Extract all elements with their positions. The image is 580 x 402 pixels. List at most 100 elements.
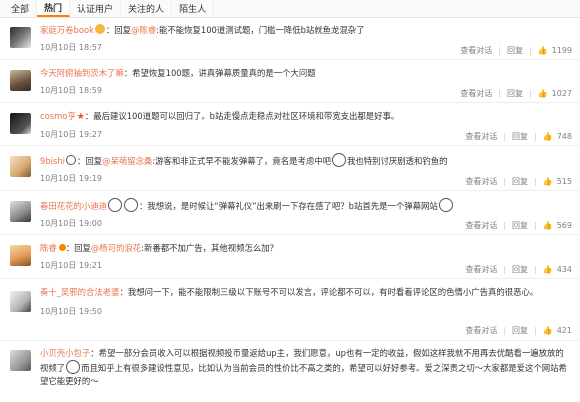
comment-username[interactable]: 春田花花的小迪迪 (40, 201, 107, 211)
like-count: 515 (556, 177, 572, 186)
comment-username[interactable]: cosmo亨 (40, 111, 76, 121)
thumb-up-icon: 👍 (542, 221, 553, 230)
meme-emoji-icon (124, 198, 138, 212)
tab-strangers[interactable]: 陌生人 (172, 0, 215, 17)
avatar[interactable] (10, 70, 31, 91)
comment-text: cosmo亨★：最后建议100道题可以回归了。b站走慢点走稳点对社区环境和带宽支… (40, 110, 572, 124)
reply-link[interactable]: 回复 (512, 176, 528, 187)
verified-badge-icon (58, 244, 66, 251)
comment-row: 9bishi ：回复@呆萌留念桑:游客和非正式早不能发弹幕了，竟名是考虑中吧 我也特… (0, 146, 580, 191)
like-count: 569 (556, 221, 572, 230)
comment-row: 家庭万卷book ：回复@陈睿:能不能恢复100道测试题，门槛一降低b站就鱼龙混杂… (0, 18, 580, 60)
comment-text: 今天阿俯抽到茨木了嘛：希望恢复100题，讲真弹幕质量真的是一个大问题 (40, 67, 572, 80)
view-conversation-link[interactable]: 查看对话 (465, 325, 497, 336)
like-count: 1199 (551, 46, 572, 55)
comment-text: 陈睿 ：回复@杨可的浪花:新番都不加广告，其他视频怎么加？ (40, 243, 278, 253)
reply-link[interactable]: 回复 (507, 45, 523, 56)
meme-emoji-icon (332, 153, 347, 167)
avatar[interactable] (10, 291, 31, 312)
avatar[interactable] (10, 245, 31, 266)
tab-following[interactable]: 关注的人 (121, 0, 173, 17)
avatar[interactable] (10, 156, 31, 177)
reply-link[interactable]: 回复 (512, 131, 528, 142)
tab-hot[interactable]: 热门 (37, 0, 71, 17)
like-button[interactable]: 👍 569 (543, 221, 572, 230)
meme-emoji-icon (108, 198, 122, 212)
comment-body: :能不能恢复100道测试题，门槛一降低b站就鱼龙混杂了 (156, 25, 365, 35)
view-conversation-link[interactable]: 查看对话 (460, 45, 492, 56)
comment-body-continued: 而且知乎上有很多建设性意见，比如认为当前会员的性价比不高之类的，希望可以好好参考… (40, 363, 567, 386)
meme-emoji-icon (66, 360, 81, 374)
mention-link[interactable]: @杨可的浪花 (91, 243, 141, 253)
tab-all[interactable]: 全部 (4, 0, 38, 17)
like-count: 748 (556, 132, 572, 141)
view-conversation-link[interactable]: 查看对话 (465, 176, 497, 187)
comment-row: 今天阿俯抽到茨木了嘛：希望恢复100题，讲真弹幕质量真的是一个大问题 10月10… (0, 60, 580, 103)
comment-actions: 查看对话 | 回复 | 👍 515 (465, 176, 572, 187)
comment-body-continued: 我也特别讨厌剧透和钓鱼的 (347, 156, 448, 166)
comment-username[interactable]: 9bishi (40, 156, 65, 166)
like-count: 434 (556, 265, 572, 274)
meme-emoji-icon (65, 155, 76, 165)
like-button[interactable]: 👍 515 (543, 177, 572, 186)
thumb-up-icon: 👍 (537, 46, 548, 55)
comment-actions: 查看对话 | 回复 | 👍 569 (465, 220, 572, 231)
comment-filter-tabs: 全部 热门 认证用户 关注的人 陌生人 (0, 0, 580, 18)
emoji-icon (94, 24, 105, 34)
comment-username[interactable]: 家庭万卷book (40, 25, 94, 35)
comment-body: ：最后建议100道题可以回归了。b站走慢点走稳点对社区环境和带宽支出都是好事。 (84, 111, 400, 121)
comment-row: cosmo亨★：最后建议100道题可以回归了。b站走慢点走稳点对社区环境和带宽支… (0, 103, 580, 146)
view-conversation-link[interactable]: 查看对话 (465, 220, 497, 231)
like-button[interactable]: 👍 434 (543, 265, 572, 274)
comment-actions: 查看对话 | 回复 | 👍 748 (465, 131, 572, 142)
avatar[interactable] (10, 201, 31, 222)
comment-body: ：我想问一下，能不能限制三级以下账号不可以发言，评论都不可以，有时看着评论区的色… (119, 287, 539, 297)
view-conversation-link[interactable]: 查看对话 (465, 131, 497, 142)
reply-link[interactable]: 回复 (512, 325, 528, 336)
star-badge-icon: ★ (76, 112, 85, 122)
comment-username[interactable]: 今天阿俯抽到茨木了嘛 (40, 68, 124, 78)
comment-actions: 查看对话 | 回复 | 👍 1027 (460, 88, 572, 99)
reply-word: 回复 (85, 156, 103, 166)
reply-link[interactable]: 回复 (512, 264, 528, 275)
comment-body: ：希望恢复100题，讲真弹幕质量真的是一个大问题 (123, 68, 316, 78)
comment-body: :新番都不加广告，其他视频怎么加？ (141, 243, 278, 253)
comment-row: 奏十_吴邪的合法老婆：我想问一下，能不能限制三级以下账号不可以发言，评论都不可以… (0, 279, 580, 341)
reply-word: 回复 (74, 243, 91, 253)
like-button[interactable]: 👍 421 (543, 326, 572, 335)
like-count: 1027 (551, 89, 572, 98)
avatar[interactable] (10, 27, 31, 48)
like-button[interactable]: 👍 1027 (538, 89, 572, 98)
comment-text: 小贝壳小包子：希望一部分会员收入可以根据视频投币量返给up主，我们愿意，up也有… (40, 347, 572, 388)
mention-link[interactable]: @陈睿 (131, 25, 156, 35)
thumb-up-icon: 👍 (537, 89, 548, 98)
avatar[interactable] (10, 113, 31, 134)
thumb-up-icon: 👍 (542, 326, 553, 335)
comment-row: 春田花花的小迪迪 ：我想说，是时候让“弹幕礼仪”出来刷一下存在感了吧？b站首先是一… (0, 191, 580, 235)
avatar[interactable] (10, 350, 31, 371)
comment-body: :游客和非正式早不能发弹幕了，竟名是考虑中吧 (152, 156, 332, 166)
like-button[interactable]: 👍 1199 (538, 46, 572, 55)
comment-actions: 查看对话 | 回复 | 👍 434 (465, 264, 572, 275)
mention-link[interactable]: @呆萌留念桑 (102, 156, 152, 166)
meme-emoji-icon (438, 198, 453, 212)
reply-link[interactable]: 回复 (512, 220, 528, 231)
comment-text: 9bishi ：回复@呆萌留念桑:游客和非正式早不能发弹幕了，竟名是考虑中吧 我也特… (40, 153, 572, 168)
comment-username[interactable]: 奏十_吴邪的合法老婆 (40, 287, 120, 297)
like-count: 421 (556, 326, 572, 335)
reply-link[interactable]: 回复 (507, 88, 523, 99)
view-conversation-link[interactable]: 查看对话 (460, 88, 492, 99)
comment-body: ：我想说，是时候让“弹幕礼仪”出来刷一下存在感了吧？b站首先是一个弹幕网站 (139, 201, 438, 211)
reply-word: 回复 (114, 25, 132, 35)
comment-text: 春田花花的小迪迪 ：我想说，是时候让“弹幕礼仪”出来刷一下存在感了吧？b站首先是一… (40, 198, 572, 213)
thumb-up-icon: 👍 (542, 132, 553, 141)
comment-username[interactable]: 小贝壳小包子 (40, 348, 90, 358)
comment-actions: 查看对话 | 回复 | 👍 421 (465, 325, 572, 336)
comment-row: 小贝壳小包子：希望一部分会员收入可以根据视频投币量返给up主，我们愿意，up也有… (0, 341, 580, 402)
view-conversation-link[interactable]: 查看对话 (465, 264, 497, 275)
comment-username[interactable]: 陈睿 (40, 243, 57, 253)
comment-list: 家庭万卷book ：回复@陈睿:能不能恢复100道测试题，门槛一降低b站就鱼龙混杂… (0, 18, 580, 402)
like-button[interactable]: 👍 748 (543, 132, 572, 141)
comment-text: 家庭万卷book ：回复@陈睿:能不能恢复100道测试题，门槛一降低b站就鱼龙混杂… (40, 24, 365, 35)
tab-verified[interactable]: 认证用户 (70, 0, 122, 17)
